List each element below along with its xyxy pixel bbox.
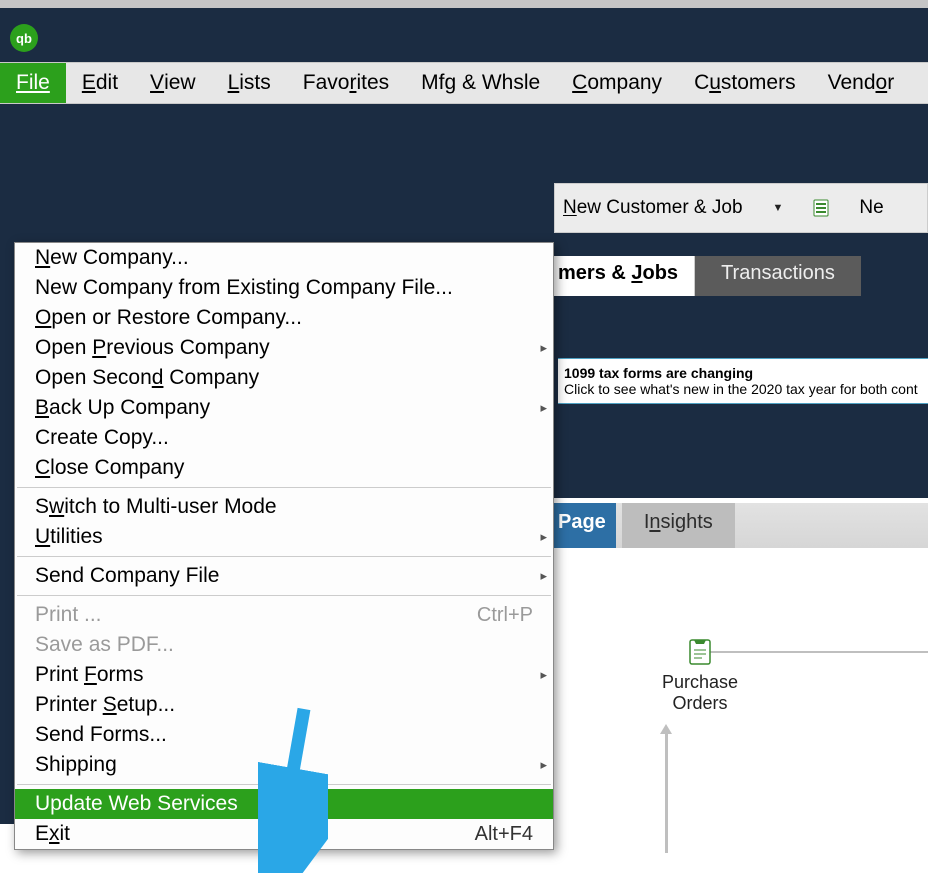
menuitem-print: Print ...Ctrl+P <box>15 600 553 630</box>
menuitem-create-copy[interactable]: Create Copy... <box>15 423 553 453</box>
menuitem-new-company[interactable]: New Company... <box>15 243 553 273</box>
menuitem-shipping[interactable]: Shipping <box>15 750 553 780</box>
menuitem-open-previous[interactable]: Open Previous Company <box>15 333 553 363</box>
tab-transactions[interactable]: Transactions <box>695 256 861 296</box>
menuitem-close-company[interactable]: Close Company <box>15 453 553 483</box>
menuitem-printer-setup[interactable]: Printer Setup... <box>15 690 553 720</box>
main-menubar: File Edit View Lists Favorites Mfg & Whs… <box>0 62 928 104</box>
menuitem-new-company-existing[interactable]: New Company from Existing Company File..… <box>15 273 553 303</box>
new-customer-job-button[interactable]: New Customer & Job <box>563 197 743 219</box>
page-button[interactable]: Page <box>554 503 616 548</box>
menu-edit[interactable]: Edit <box>66 63 134 103</box>
menu-separator <box>17 556 551 557</box>
insights-button[interactable]: Insights <box>622 503 735 548</box>
notice-body: Click to see what's new in the 2020 tax … <box>564 381 928 397</box>
dropdown-caret-icon[interactable]: ▼ <box>773 202 784 214</box>
po-label-1: Purchase <box>600 672 800 693</box>
menu-separator <box>17 595 551 596</box>
purchase-order-icon <box>688 638 712 666</box>
customer-tabs: mers & Jobs Transactions <box>554 256 928 296</box>
window-titlebar: qb <box>0 0 928 62</box>
menu-file[interactable]: File <box>0 63 66 103</box>
menu-customers[interactable]: Customers <box>678 63 812 103</box>
menu-separator <box>17 784 551 785</box>
quickbooks-logo-icon: qb <box>10 24 38 52</box>
toolbar-strip <box>0 104 928 138</box>
menuitem-save-pdf: Save as PDF... <box>15 630 553 660</box>
menuitem-utilities[interactable]: Utilities <box>15 522 553 552</box>
purchase-orders-node[interactable]: Purchase Orders <box>600 638 800 714</box>
customer-ribbon: New Customer & Job ▼ Ne <box>554 183 928 233</box>
menuitem-print-forms[interactable]: Print Forms <box>15 660 553 690</box>
content-area: New Customer & Job ▼ Ne mers & Jobs Tran… <box>0 138 928 824</box>
page-insights-toggle: Page Insights <box>554 503 928 548</box>
menu-vendors[interactable]: Vendor <box>812 63 911 103</box>
menu-mfg-whsle[interactable]: Mfg & Whsle <box>405 63 556 103</box>
menu-favorites[interactable]: Favorites <box>287 63 405 103</box>
tab-customers-jobs[interactable]: mers & Jobs <box>554 256 695 296</box>
notice-1099-panel[interactable]: 1099 tax forms are changing Click to see… <box>558 358 928 404</box>
po-label-2: Orders <box>600 693 800 714</box>
menuitem-open-second[interactable]: Open Second Company <box>15 363 553 393</box>
excel-doc-icon[interactable] <box>813 199 829 217</box>
menu-separator <box>17 487 551 488</box>
menuitem-switch-multiuser[interactable]: Switch to Multi-user Mode <box>15 492 553 522</box>
menuitem-open-restore[interactable]: Open or Restore Company... <box>15 303 553 333</box>
menu-view[interactable]: View <box>134 63 212 103</box>
menuitem-update-web-services[interactable]: Update Web Services <box>15 789 553 819</box>
menu-company[interactable]: Company <box>556 63 678 103</box>
menuitem-send-company-file[interactable]: Send Company File <box>15 561 553 591</box>
menuitem-backup[interactable]: Back Up Company <box>15 393 553 423</box>
new-trailing[interactable]: Ne <box>859 197 883 219</box>
notice-title: 1099 tax forms are changing <box>564 365 928 381</box>
file-dropdown-menu: New Company... New Company from Existing… <box>14 242 554 850</box>
menu-lists[interactable]: Lists <box>212 63 287 103</box>
menuitem-send-forms[interactable]: Send Forms... <box>15 720 553 750</box>
workflow-arrow-up <box>665 733 668 853</box>
